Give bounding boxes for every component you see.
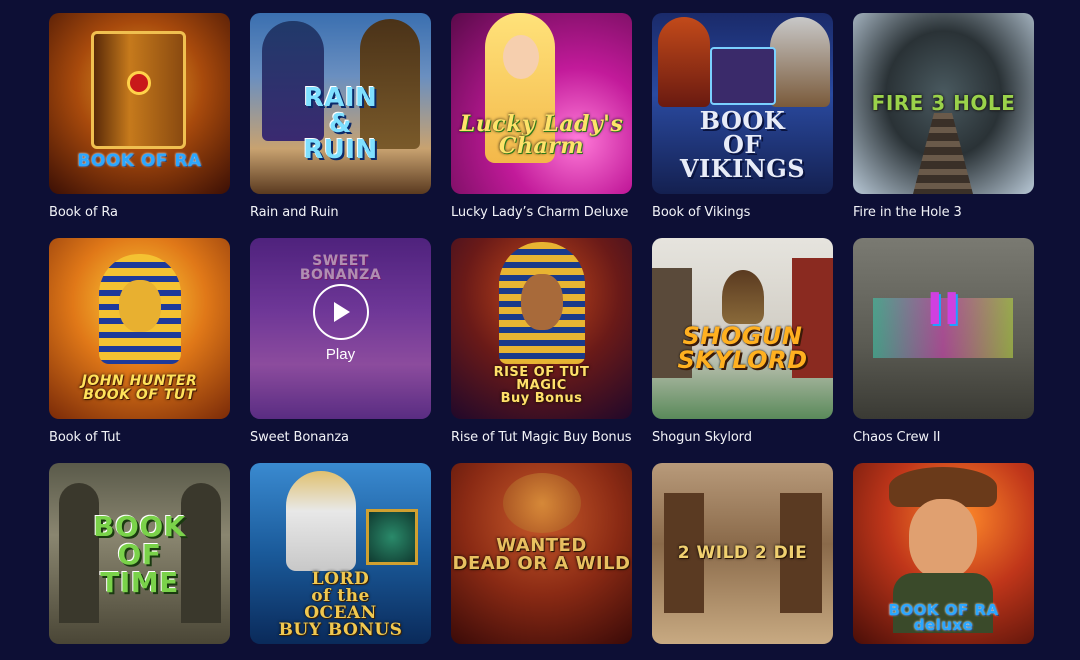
game-card-2-wild-2-die[interactable]: 2 WILD 2 DIE bbox=[652, 463, 833, 660]
game-thumbnail[interactable]: BOOK OF RA bbox=[49, 13, 230, 194]
game-logo: FIRE 3 HOLE bbox=[871, 91, 1016, 115]
game-logo: BOOK OF TIME bbox=[93, 510, 186, 599]
game-card-book-of-tut[interactable]: JOHN HUNTER BOOK OF TUT Book of Tut bbox=[49, 238, 230, 463]
game-grid: BOOK OF RA Book of Ra RAIN & RUIN Rain a… bbox=[49, 13, 1034, 660]
game-card-fire-in-the-hole-3[interactable]: FIRE 3 HOLE Fire in the Hole 3 bbox=[853, 13, 1034, 238]
game-card-lord-of-the-ocean[interactable]: LORD of the OCEAN BUY BONUS bbox=[250, 463, 431, 660]
game-thumbnail[interactable]: WANTED DEAD OR A WILD bbox=[451, 463, 632, 644]
game-card-book-of-ra-deluxe[interactable]: BOOK OF RA deluxe bbox=[853, 463, 1034, 660]
game-logo: BOOK OF RA bbox=[77, 151, 202, 171]
game-logo: WANTED DEAD OR A WILD bbox=[452, 535, 631, 574]
game-card-rise-of-tut-magic-buy-bonus[interactable]: RISE OF TUT MAGIC Buy Bonus Rise of Tut … bbox=[451, 238, 632, 463]
game-title[interactable]: Chaos Crew II bbox=[853, 430, 1034, 445]
game-logo: BOOK OF RA deluxe bbox=[888, 601, 999, 634]
game-title[interactable]: Lucky Lady’s Charm Deluxe bbox=[451, 205, 632, 220]
game-thumbnail[interactable]: RISE OF TUT MAGIC Buy Bonus bbox=[451, 238, 632, 419]
game-logo: Lucky Lady's Charm bbox=[459, 111, 624, 159]
game-title[interactable]: Shogun Skylord bbox=[652, 430, 833, 445]
game-thumbnail[interactable]: RAIN & RUIN bbox=[250, 13, 431, 194]
game-card-sweet-bonanza[interactable]: SWEET BONANZA Play Sweet Bonanza bbox=[250, 238, 431, 463]
game-title[interactable]: Book of Ra bbox=[49, 205, 230, 220]
game-card-book-of-ra[interactable]: BOOK OF RA Book of Ra bbox=[49, 13, 230, 238]
play-label[interactable]: Play bbox=[326, 346, 355, 363]
game-thumbnail[interactable]: LORD of the OCEAN BUY BONUS bbox=[250, 463, 431, 644]
game-card-book-of-vikings[interactable]: BOOK OF VIKINGS Book of Vikings bbox=[652, 13, 833, 238]
game-thumbnail[interactable]: II bbox=[853, 238, 1034, 419]
game-card-chaos-crew-ii[interactable]: II Chaos Crew II bbox=[853, 238, 1034, 463]
game-logo: 2 WILD 2 DIE bbox=[677, 543, 808, 563]
game-title[interactable]: Rise of Tut Magic Buy Bonus bbox=[451, 430, 632, 445]
game-thumbnail[interactable]: BOOK OF RA deluxe bbox=[853, 463, 1034, 644]
play-icon bbox=[333, 302, 350, 322]
game-thumbnail[interactable]: SWEET BONANZA Play bbox=[250, 238, 431, 419]
game-card-book-of-time[interactable]: BOOK OF TIME bbox=[49, 463, 230, 660]
game-logo: II bbox=[926, 284, 961, 335]
game-title[interactable]: Book of Tut bbox=[49, 430, 230, 445]
game-logo: SHOGUN SKYLORD bbox=[677, 322, 808, 374]
game-logo: RAIN & RUIN bbox=[303, 83, 378, 165]
game-logo: BOOK OF VIKINGS bbox=[679, 106, 806, 183]
game-thumbnail[interactable]: BOOK OF VIKINGS bbox=[652, 13, 833, 194]
game-thumbnail[interactable]: SHOGUN SKYLORD bbox=[652, 238, 833, 419]
game-thumbnail[interactable]: FIRE 3 HOLE bbox=[853, 13, 1034, 194]
game-thumbnail[interactable]: JOHN HUNTER BOOK OF TUT bbox=[49, 238, 230, 419]
game-card-lucky-ladys-charm-deluxe[interactable]: Lucky Lady's Charm Lucky Lady’s Charm De… bbox=[451, 13, 632, 238]
game-card-wanted-dead-or-a-wild[interactable]: WANTED DEAD OR A WILD bbox=[451, 463, 632, 660]
game-logo: JOHN HUNTER BOOK OF TUT bbox=[81, 373, 198, 403]
game-logo: LORD of the OCEAN BUY BONUS bbox=[278, 569, 403, 640]
game-thumbnail[interactable]: Lucky Lady's Charm bbox=[451, 13, 632, 194]
game-title[interactable]: Sweet Bonanza bbox=[250, 430, 431, 445]
play-button[interactable] bbox=[312, 284, 369, 340]
game-thumbnail[interactable]: BOOK OF TIME bbox=[49, 463, 230, 644]
game-card-rain-and-ruin[interactable]: RAIN & RUIN Rain and Ruin bbox=[250, 13, 431, 238]
game-logo: RISE OF TUT MAGIC Buy Bonus bbox=[493, 365, 590, 406]
game-thumbnail[interactable]: 2 WILD 2 DIE bbox=[652, 463, 833, 644]
game-title[interactable]: Rain and Ruin bbox=[250, 205, 431, 220]
play-overlay[interactable]: Play bbox=[250, 238, 431, 419]
game-title[interactable]: Fire in the Hole 3 bbox=[853, 205, 1034, 220]
game-card-shogun-skylord[interactable]: SHOGUN SKYLORD Shogun Skylord bbox=[652, 238, 833, 463]
game-title[interactable]: Book of Vikings bbox=[652, 205, 833, 220]
